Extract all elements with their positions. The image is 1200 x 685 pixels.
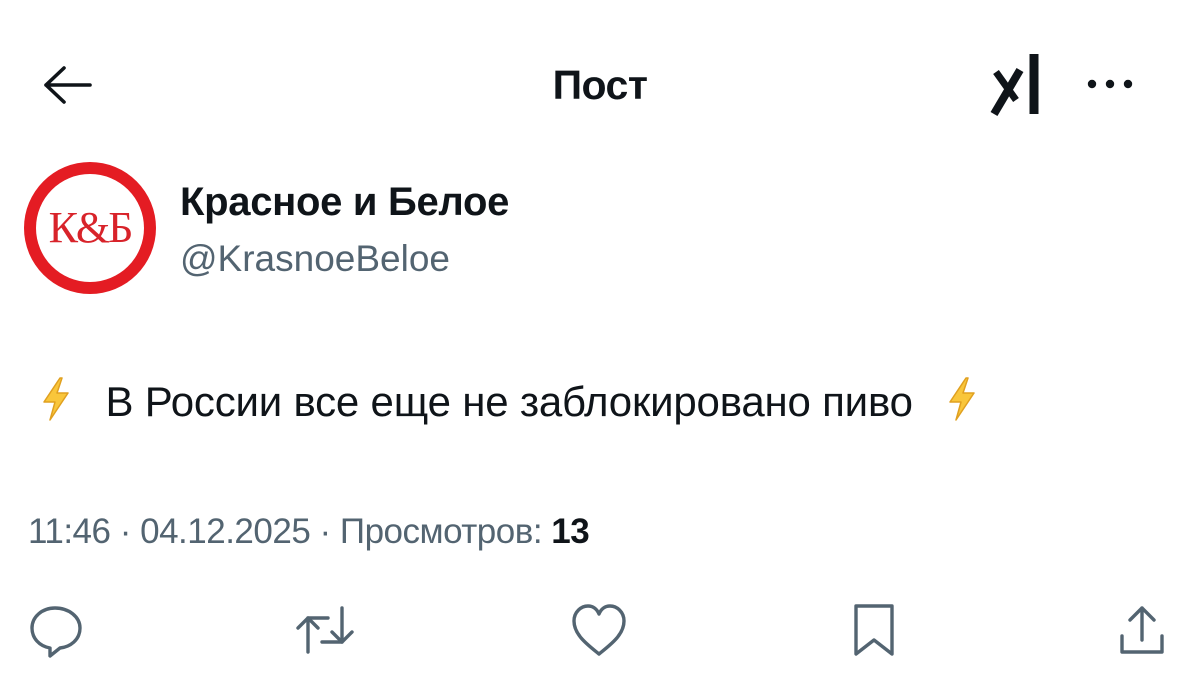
grok-icon bbox=[990, 54, 1039, 117]
post-body-text: В России все еще не заблокировано пиво bbox=[105, 378, 913, 425]
post-time[interactable]: 11:46 bbox=[28, 512, 111, 551]
avatar-logo-text: К&Б bbox=[48, 203, 134, 252]
views-count: 13 bbox=[551, 512, 590, 551]
share-button[interactable] bbox=[1112, 600, 1172, 660]
like-button[interactable] bbox=[566, 600, 632, 660]
author-display-name[interactable]: Красное и Белое bbox=[180, 178, 509, 226]
avatar[interactable]: К&Б bbox=[24, 162, 156, 294]
bookmark-icon bbox=[854, 604, 894, 656]
grok-button[interactable] bbox=[990, 48, 1050, 120]
author-handle[interactable]: @KrasnoeBeloe bbox=[180, 236, 450, 282]
repost-button[interactable] bbox=[292, 600, 358, 660]
more-options-button[interactable] bbox=[1080, 66, 1140, 102]
meta-separator: · bbox=[319, 512, 332, 551]
more-horizontal-icon bbox=[1087, 79, 1133, 89]
views-label: Просмотров: bbox=[339, 512, 543, 551]
lightning-bolt-icon bbox=[946, 376, 978, 436]
reply-button[interactable] bbox=[26, 600, 86, 660]
post-text: В России все еще не заблокировано пиво bbox=[40, 374, 978, 436]
reply-icon bbox=[30, 606, 82, 658]
post-date[interactable]: 04.12.2025 bbox=[140, 512, 311, 551]
bookmark-button[interactable] bbox=[846, 600, 902, 660]
lightning-bolt-icon bbox=[40, 376, 72, 436]
post-meta: 11:46 · 04.12.2025 · Просмотров: 13 bbox=[28, 510, 590, 554]
avatar-logo: К&Б bbox=[36, 174, 144, 282]
share-icon bbox=[1120, 606, 1164, 654]
meta-separator: · bbox=[119, 512, 132, 551]
repost-icon bbox=[296, 606, 354, 654]
heart-icon bbox=[572, 604, 626, 656]
